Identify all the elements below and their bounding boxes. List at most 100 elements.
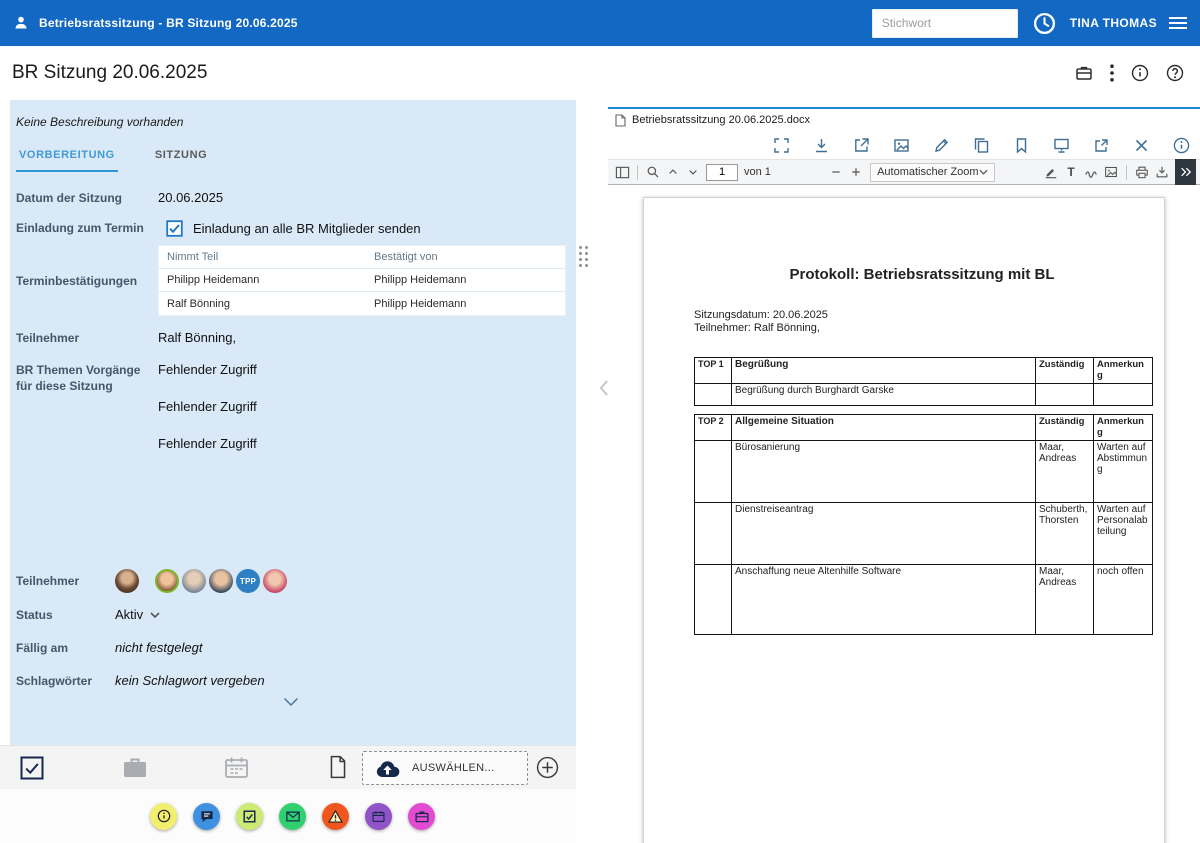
chevron-down-icon: [979, 169, 988, 175]
next-page-icon[interactable]: [683, 162, 703, 182]
calendar-icon[interactable]: [224, 756, 249, 779]
user-icon: [13, 15, 29, 31]
download-icon[interactable]: [813, 137, 830, 154]
quick-actions: [0, 789, 576, 843]
field-label: BR Themen Vorgänge für diese Sitzung: [16, 362, 158, 394]
field-value: kein Schlagwort vergeben: [115, 673, 566, 689]
info-action-icon[interactable]: [150, 803, 177, 830]
field-br-themen: BR Themen Vorgänge für diese Sitzung Feh…: [16, 362, 566, 473]
kebab-menu-icon[interactable]: [1110, 64, 1114, 82]
viewer-header: Betriebsratssitzung 20.06.2025.docx: [608, 109, 1200, 131]
table-row[interactable]: Ralf Bönning Philipp Heidemann: [159, 292, 565, 315]
field-einladung: Einladung zum Termin Einladung an alle B…: [16, 220, 566, 237]
panel-splitter-handle[interactable]: [579, 246, 588, 267]
avatar[interactable]: TPP: [236, 569, 260, 593]
close-icon[interactable]: [1133, 137, 1150, 154]
field-label: Einladung zum Termin: [16, 220, 158, 236]
presentation-icon[interactable]: [1053, 137, 1070, 154]
comment-action-icon[interactable]: [193, 803, 220, 830]
field-value: nicht festgelegt: [115, 640, 566, 656]
page-header: BR Sitzung 20.06.2025: [0, 46, 1200, 100]
avatar[interactable]: [155, 569, 179, 593]
avatar[interactable]: [115, 569, 139, 593]
text-tool-icon[interactable]: T: [1061, 162, 1081, 182]
external-link-icon[interactable]: [1093, 137, 1110, 154]
print-icon[interactable]: [1132, 162, 1152, 182]
page-header-actions: [1075, 64, 1188, 82]
document-icon[interactable]: [328, 755, 348, 779]
sidebar-toggle-icon[interactable]: [612, 162, 632, 182]
portfolio-icon[interactable]: [1075, 64, 1093, 82]
zoom-in-icon[interactable]: [846, 162, 866, 182]
field-terminbestaetigungen: Terminbestätigungen Nimmt Teil Bestätigt…: [16, 245, 566, 316]
field-teilnehmer: Teilnehmer Ralf Bönning,: [16, 330, 566, 346]
image-icon[interactable]: [893, 137, 910, 154]
document-viewer: Betriebsratssitzung 20.06.2025.docx: [608, 107, 1200, 843]
info-icon[interactable]: [1131, 64, 1149, 82]
save-icon[interactable]: [1152, 162, 1172, 182]
description-text: Keine Beschreibung vorhanden: [10, 100, 576, 129]
briefcase-action-icon[interactable]: [408, 803, 435, 830]
table-row[interactable]: Philipp Heidemann Philipp Heidemann: [159, 269, 565, 292]
field-label: Datum der Sitzung: [16, 190, 158, 206]
field-label: Status: [16, 607, 115, 623]
tab-sitzung[interactable]: SITZUNG: [152, 141, 210, 172]
field-schlagwoerter: Schlagwörter kein Schlagwort vergeben: [16, 673, 566, 689]
choose-file-button[interactable]: AUSWÄHLEN...: [362, 751, 528, 785]
fullscreen-icon[interactable]: [773, 137, 790, 154]
tasks-icon[interactable]: [18, 754, 46, 782]
protocol-row: Dienstreiseantrag Schuberth, Thorsten Wa…: [695, 503, 1153, 565]
stamp-tool-icon[interactable]: [1101, 162, 1121, 182]
missing-access-item[interactable]: Fehlender Zugriff: [158, 399, 566, 415]
open-window-icon[interactable]: [853, 137, 870, 154]
edit-icon[interactable]: [933, 137, 950, 154]
search-input[interactable]: [872, 9, 1018, 38]
more-tools-icon[interactable]: [1175, 159, 1196, 185]
find-icon[interactable]: [643, 162, 663, 182]
avatar[interactable]: [209, 569, 233, 593]
tab-bar: VORBEREITUNG SITZUNG: [10, 129, 576, 172]
field-label: Terminbestätigungen: [16, 273, 158, 289]
invite-checkbox-label: Einladung an alle BR Mitglieder senden: [193, 221, 421, 237]
file-icon: [615, 114, 626, 127]
menu-icon[interactable]: [1169, 17, 1187, 29]
avatar[interactable]: [182, 569, 206, 593]
previous-page-icon[interactable]: [663, 162, 683, 182]
field-label: Fällig am: [16, 640, 115, 656]
page-number-input[interactable]: [706, 164, 738, 181]
briefcase-icon[interactable]: [122, 756, 148, 779]
mail-action-icon[interactable]: [279, 803, 306, 830]
column-header: Bestätigt von: [366, 249, 565, 265]
column-header: Nimmt Teil: [159, 249, 366, 265]
calendar-action-icon[interactable]: [365, 803, 392, 830]
bookmark-icon[interactable]: [1013, 137, 1030, 154]
protocol-title: Protokoll: Betriebsratssitzung mit BL: [694, 266, 1150, 283]
add-icon[interactable]: [536, 756, 559, 779]
protocol-table-top1: TOP 1 Begrüßung Zuständig Anmerkung Begr…: [694, 357, 1153, 406]
field-teilnehmer-avatare: Teilnehmer TPP: [16, 569, 566, 593]
status-dropdown[interactable]: Aktiv: [115, 607, 566, 623]
document-canvas[interactable]: Protokoll: Betriebsratssitzung mit BL Si…: [608, 185, 1200, 843]
document-filename: Betriebsratssitzung 20.06.2025.docx: [632, 114, 810, 126]
missing-access-item[interactable]: Fehlender Zugriff: [158, 362, 566, 378]
task-action-icon[interactable]: [236, 803, 263, 830]
protocol-row: Bürosanierung Maar, Andreas Warten auf A…: [695, 441, 1153, 503]
missing-access-item[interactable]: Fehlender Zugriff: [158, 436, 566, 452]
tab-vorbereitung[interactable]: VORBEREITUNG: [16, 141, 118, 172]
help-icon[interactable]: [1166, 64, 1184, 82]
info-icon[interactable]: [1173, 137, 1190, 154]
protocol-table-top2: TOP 2 Allgemeine Situation Zuständig Anm…: [694, 414, 1153, 635]
draw-tool-icon[interactable]: [1081, 162, 1101, 182]
alert-action-icon[interactable]: [322, 803, 349, 830]
pdf-toolbar: von 1 Automatischer Zoom T: [608, 159, 1200, 185]
topbar: Betriebsratssitzung - BR Sitzung 20.06.2…: [0, 0, 1200, 46]
zoom-select[interactable]: Automatischer Zoom: [870, 163, 994, 182]
invite-checkbox[interactable]: [166, 220, 183, 237]
copy-icon[interactable]: [973, 137, 990, 154]
highlight-tool-icon[interactable]: [1041, 162, 1061, 182]
zoom-out-icon[interactable]: [826, 162, 846, 182]
expand-more-icon[interactable]: [283, 697, 299, 706]
confirmations-table: Nimmt Teil Bestätigt von Philipp Heidema…: [158, 245, 566, 316]
history-icon[interactable]: [1032, 10, 1058, 36]
avatar[interactable]: [263, 569, 287, 593]
